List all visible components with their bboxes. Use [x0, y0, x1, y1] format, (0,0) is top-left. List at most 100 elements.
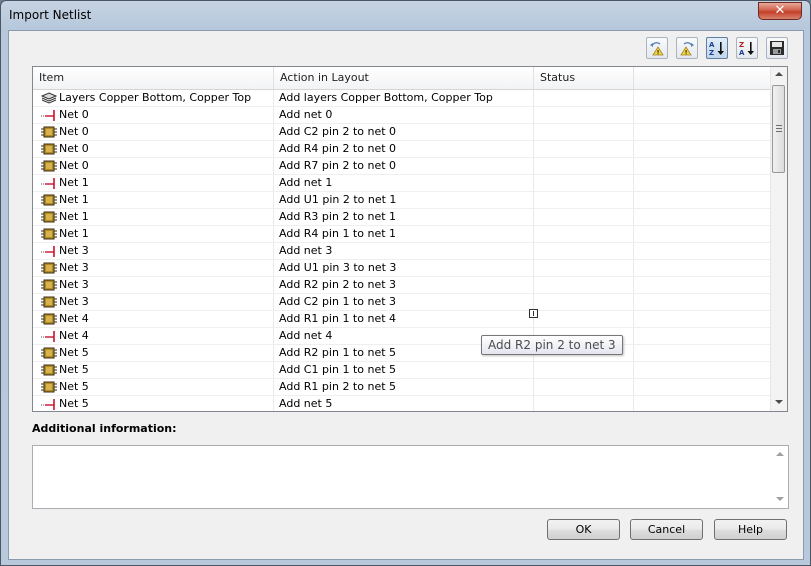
pin-icon	[41, 227, 57, 241]
pin-icon	[41, 142, 57, 156]
item-text: Net 1	[59, 193, 89, 206]
action-cell: Add U1 pin 3 to net 3	[279, 261, 397, 274]
ok-button[interactable]: OK	[547, 519, 620, 540]
table-row[interactable]: Net 5 Add R1 pin 2 to net 5	[33, 379, 773, 396]
item-text: Net 3	[59, 295, 89, 308]
item-text: Net 5	[59, 397, 89, 410]
sort-descending-icon: Z A	[739, 41, 754, 56]
item-cell: Net 0	[37, 158, 273, 174]
table-row[interactable]: Net 0 Add R7 pin 2 to net 0	[33, 158, 773, 175]
svg-text:Z: Z	[739, 41, 744, 49]
table-vertical-scrollbar[interactable]	[770, 67, 787, 411]
table-row[interactable]: Net 5 Add C1 pin 1 to net 5	[33, 362, 773, 379]
item-text: Net 0	[59, 142, 89, 155]
item-text: Net 3	[59, 261, 89, 274]
table-row[interactable]: Net 3 Add U1 pin 3 to net 3	[33, 260, 773, 277]
scroll-down-arrow-icon[interactable]	[775, 400, 783, 404]
table-row[interactable]: Net 0 Add net 0	[33, 107, 773, 124]
pin-icon	[41, 125, 57, 139]
item-text: Net 1	[59, 210, 89, 223]
net-icon	[41, 176, 57, 190]
item-cell: Net 3	[37, 277, 273, 293]
additional-information-box[interactable]	[32, 445, 789, 509]
cancel-button[interactable]: Cancel	[630, 519, 703, 540]
item-text: Layers Copper Bottom, Copper Top	[59, 91, 252, 104]
window-title: Import Netlist	[9, 8, 92, 22]
action-cell: Add net 0	[279, 108, 333, 121]
table-header: Item Action in Layout Status	[33, 67, 773, 90]
pin-icon	[41, 193, 57, 207]
item-cell: Net 1	[37, 209, 273, 225]
item-cell: Net 3	[37, 260, 273, 276]
netlist-table[interactable]: Item Action in Layout Status Layers Copp…	[32, 66, 788, 412]
item-text: Net 1	[59, 227, 89, 240]
table-body: Layers Copper Bottom, Copper Top Add laye…	[33, 90, 773, 411]
action-cell: Add C2 pin 2 to net 0	[279, 125, 397, 138]
item-text: Net 0	[59, 159, 89, 172]
toolbar-save-report-button[interactable]	[766, 37, 788, 59]
scrollbar-thumb[interactable]	[772, 85, 785, 173]
column-header-action[interactable]: Action in Layout	[274, 67, 534, 89]
table-row[interactable]: Net 5 Add R2 pin 1 to net 5	[33, 345, 773, 362]
toolbar-prev-warning-button[interactable]	[646, 37, 668, 59]
item-cell: Net 3	[37, 294, 273, 310]
scroll-up-arrow-icon[interactable]	[775, 72, 783, 76]
scroll-down-arrow-icon[interactable]	[776, 497, 784, 501]
item-cell: Net 1	[37, 226, 273, 242]
item-cell: Layers Copper Bottom, Copper Top	[37, 90, 273, 106]
import-netlist-window: Import Netlist ✕ A Z Z A Item Action in …	[0, 0, 811, 566]
help-button[interactable]: Help	[714, 519, 787, 540]
action-cell: Add U1 pin 2 to net 1	[279, 193, 397, 206]
item-cell: Net 5	[37, 396, 273, 411]
additional-information-label: Additional information:	[32, 422, 177, 435]
action-cell: Add R4 pin 1 to net 1	[279, 227, 397, 240]
action-cell: Add R3 pin 2 to net 1	[279, 210, 397, 223]
row-tooltip: Add R2 pin 2 to net 3	[481, 335, 623, 355]
table-row[interactable]: Net 1 Add U1 pin 2 to net 1	[33, 192, 773, 209]
action-cell: Add net 5	[279, 397, 333, 410]
item-text: Net 5	[59, 346, 89, 359]
action-cell: Add C1 pin 1 to net 5	[279, 363, 397, 376]
pin-icon	[41, 295, 57, 309]
table-row[interactable]: Net 3 Add net 3	[33, 243, 773, 260]
action-cell: Add net 3	[279, 244, 333, 257]
toolbar-sort-ascending-button[interactable]: A Z	[706, 37, 728, 59]
item-text: Net 4	[59, 312, 89, 325]
action-cell: Add R1 pin 1 to net 4	[279, 312, 397, 325]
scroll-up-arrow-icon[interactable]	[776, 452, 784, 456]
column-header-status[interactable]: Status	[534, 67, 634, 89]
table-row[interactable]: Net 1 Add net 1	[33, 175, 773, 192]
table-row[interactable]: Net 0 Add R4 pin 2 to net 0	[33, 141, 773, 158]
table-row[interactable]: Net 4 Add R1 pin 1 to net 4	[33, 311, 773, 328]
item-text: Net 1	[59, 176, 89, 189]
close-button[interactable]: ✕	[758, 2, 802, 20]
toolbar-sort-descending-button[interactable]: Z A	[736, 37, 758, 59]
item-text: Net 5	[59, 380, 89, 393]
title-bar[interactable]: Import Netlist ✕	[1, 1, 810, 31]
table-row[interactable]: Net 3 Add C2 pin 1 to net 3	[33, 294, 773, 311]
item-text: Net 3	[59, 278, 89, 291]
pin-icon	[41, 261, 57, 275]
table-row[interactable]: Net 4 Add net 4	[33, 328, 773, 345]
item-cell: Net 0	[37, 124, 273, 140]
net-icon	[41, 108, 57, 122]
column-header-item[interactable]: Item	[33, 67, 274, 89]
item-text: Net 5	[59, 363, 89, 376]
table-row[interactable]: Net 1 Add R4 pin 1 to net 1	[33, 226, 773, 243]
item-cell: Net 0	[37, 141, 273, 157]
action-cell: Add layers Copper Bottom, Copper Top	[279, 91, 493, 104]
table-row[interactable]: Net 0 Add C2 pin 2 to net 0	[33, 124, 773, 141]
svg-text:A: A	[709, 41, 715, 49]
toolbar-next-warning-button[interactable]	[676, 37, 698, 59]
net-icon	[41, 397, 57, 411]
table-row[interactable]: Net 1 Add R3 pin 2 to net 1	[33, 209, 773, 226]
additional-info-scrollbar[interactable]	[772, 446, 788, 508]
pin-icon	[41, 312, 57, 326]
item-cell: Net 1	[37, 175, 273, 191]
table-row[interactable]: Net 5 Add net 5	[33, 396, 773, 411]
item-cell: Net 3	[37, 243, 273, 259]
table-row[interactable]: Layers Copper Bottom, Copper Top Add laye…	[33, 90, 773, 107]
action-cell: Add net 1	[279, 176, 333, 189]
table-row[interactable]: Net 3 Add R2 pin 2 to net 3	[33, 277, 773, 294]
item-cell: Net 4	[37, 311, 273, 327]
